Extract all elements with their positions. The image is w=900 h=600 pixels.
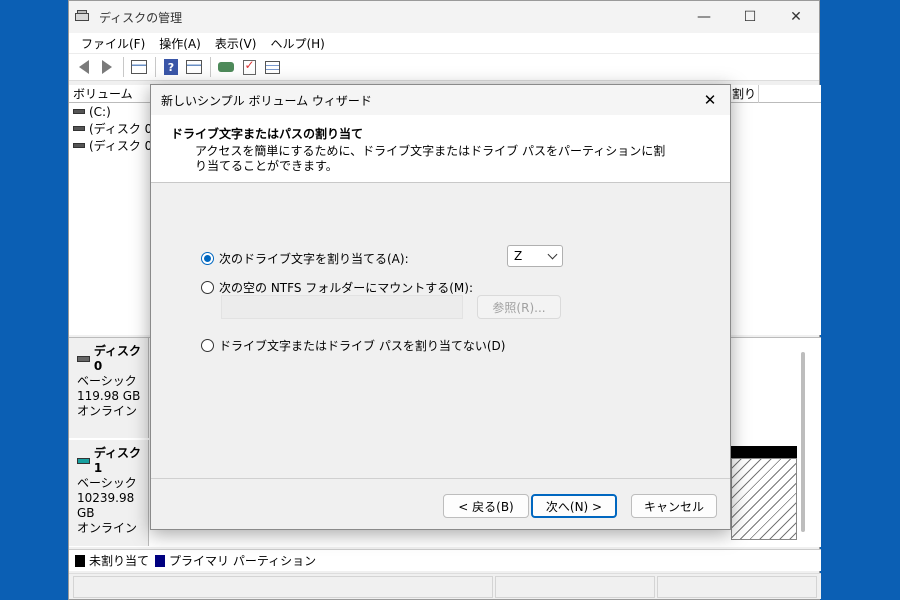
assign-letter-radio[interactable]: 次のドライブ文字を割り当てる(A): [201,250,409,267]
window-title: ディスクの管理 [99,10,183,25]
toolbar-divider [155,57,156,77]
menu-view[interactable]: 表示(V) [209,35,263,52]
folder-path-input[interactable] [221,295,463,319]
mount-folder-label: 次の空の NTFS フォルダーにマウントする(M): [219,281,474,295]
disk-icon [77,356,90,362]
disk-0-size: 119.98 GB [77,389,141,403]
next-button[interactable]: 次へ(N) > [531,494,617,518]
primary-swatch [155,554,166,567]
toolbar: ? [69,53,819,81]
dialog-heading: ドライブ文字またはパスの割り当て [171,127,364,141]
disk-icon [77,458,90,464]
disk-1-info[interactable]: ディスク 1 ベーシック 10239.98 GB オンライン [69,440,149,546]
status-cell [657,576,817,598]
column-allocation[interactable]: 割り [729,85,759,103]
chevron-down-icon [547,249,558,260]
list-icon [264,60,280,74]
check-button[interactable] [238,56,260,78]
list-button[interactable] [261,56,283,78]
dialog-divider [151,478,730,479]
unallocated-partition[interactable] [731,458,797,540]
status-bar [69,573,821,599]
key-icon [218,62,234,72]
back-arrow-icon [79,60,89,74]
dialog-close-button[interactable]: ✕ [690,85,730,115]
maximize-button[interactable]: ☐ [727,1,773,33]
no-assign-radio[interactable]: ドライブ文字またはドライブ パスを割り当てない(D) [201,337,505,354]
disk-0-status: オンライン [77,404,138,418]
toolbar-divider [123,57,124,77]
drive-icon [73,143,85,148]
console-tree-icon [131,60,147,74]
drive-letter-select[interactable]: Z [507,245,563,267]
menu-help[interactable]: ヘルプ(H) [264,35,330,52]
disk-0-name: ディスク 0 [93,344,142,373]
unallocated-swatch [75,554,85,567]
status-cell [495,576,655,598]
help-icon: ? [164,59,178,75]
status-cell [73,576,493,598]
no-assign-label: ドライブ文字またはドライブ パスを割り当てない(D) [219,339,506,353]
disk-1-type: ベーシック [77,476,137,490]
disk-1-status: オンライン [77,521,138,535]
unallocated-partition-header [731,446,797,458]
menu-action[interactable]: 操作(A) [153,35,207,52]
cancel-button[interactable]: キャンセル [631,494,717,518]
properties-button[interactable] [183,56,205,78]
disk-0-info[interactable]: ディスク 0 ベーシック 119.98 GB オンライン [69,338,149,438]
disk-0-type: ベーシック [77,374,137,388]
volume-name: (C:) [89,104,111,119]
legend-bar: 未割り当て プライマリ パーティション [69,549,821,571]
dialog-title-bar: 新しいシンプル ボリューム ウィザード ✕ [151,85,730,115]
disk-management-icon [75,10,91,24]
forward-button[interactable] [96,56,118,78]
close-button[interactable]: ✕ [773,1,819,33]
radio-selected [201,252,214,265]
checklist-icon [242,58,256,75]
title-bar: ディスクの管理 — ☐ ✕ [69,1,819,33]
dialog-description: アクセスを簡単にするために、ドライブ文字またはドライブ パスをパーティションに割… [195,144,666,173]
properties-icon [186,60,202,74]
disk-1-size: 10239.98 GB [77,491,135,520]
menu-file[interactable]: ファイル(F) [75,35,151,52]
minimize-button[interactable]: — [681,1,727,33]
console-tree-button[interactable] [128,56,150,78]
browse-button[interactable]: 参照(R)... [477,295,561,319]
column-volume[interactable]: ボリューム [69,85,151,102]
back-button[interactable] [73,56,95,78]
legend-primary: プライマリ パーティション [169,554,317,568]
dialog-title: 新しいシンプル ボリューム ウィザード [161,93,372,108]
disk-pane-scrollbar[interactable] [801,342,807,542]
toolbar-divider [210,57,211,77]
assign-letter-label: 次のドライブ文字を割り当てる(A): [219,252,409,266]
legend-unallocated: 未割り当て [89,554,150,568]
back-wizard-button[interactable]: < 戻る(B) [443,494,529,518]
disk-1-name: ディスク 1 [93,446,142,475]
drive-letter-value: Z [514,249,523,263]
radio-unselected [201,281,214,294]
drive-icon [73,126,85,131]
forward-arrow-icon [102,60,112,74]
mount-folder-radio[interactable]: 次の空の NTFS フォルダーにマウントする(M): [201,279,473,296]
drive-icon [73,109,85,114]
connect-button[interactable] [215,56,237,78]
radio-unselected [201,339,214,352]
dialog-header: ドライブ文字またはパスの割り当て アクセスを簡単にするために、ドライブ文字または… [151,115,730,183]
menu-bar: ファイル(F) 操作(A) 表示(V) ヘルプ(H) [69,33,819,53]
new-simple-volume-wizard: 新しいシンプル ボリューム ウィザード ✕ ドライブ文字またはパスの割り当て ア… [150,84,731,530]
help-button[interactable]: ? [160,56,182,78]
